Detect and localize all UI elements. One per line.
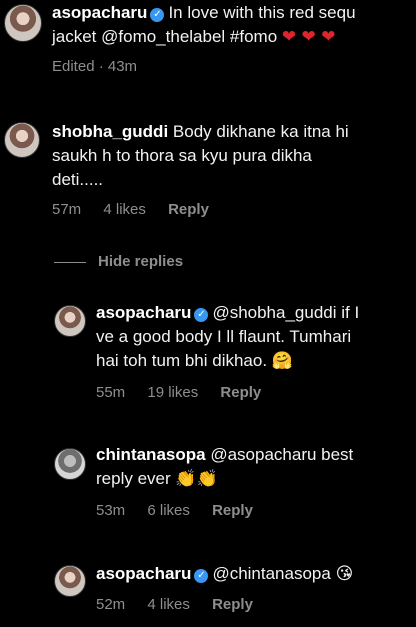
- caption-meta: Edited · 43m: [52, 58, 155, 75]
- avatar[interactable]: [4, 122, 40, 158]
- caption-line-1: asopacharu ✓ In love with this red sequ: [52, 2, 356, 24]
- verified-badge-icon: ✓: [150, 8, 165, 22]
- caption-text: In love with this red sequ: [168, 3, 356, 22]
- verified-badge-icon: ✓: [194, 308, 209, 322]
- username[interactable]: asopacharu: [96, 303, 191, 322]
- heart-emoji-icon: ❤ ❤ ❤: [281, 27, 336, 47]
- username[interactable]: chintanasopa: [96, 445, 206, 464]
- reply-meta: 52m 4 likes Reply: [96, 596, 271, 613]
- kissing-face-emoji-icon: 😘: [335, 564, 354, 584]
- comment-text: saukh h to thora sa kyu pura dikha: [52, 146, 312, 165]
- reply-line-2: reply ever 👏👏: [96, 468, 218, 490]
- reply-button[interactable]: Reply: [220, 384, 261, 401]
- reply-button[interactable]: Reply: [168, 201, 209, 218]
- clapping-hands-emoji-icon: 👏👏: [175, 469, 218, 489]
- reply-text: hai toh tum bhi dikhao.: [96, 351, 268, 370]
- reply-text: @shobha_guddi if I: [212, 303, 360, 322]
- avatar[interactable]: [54, 448, 86, 480]
- reply-text: reply ever: [96, 469, 171, 488]
- likes-count[interactable]: 19 likes: [147, 384, 198, 401]
- avatar[interactable]: [54, 565, 86, 597]
- comment-text: deti.....: [52, 170, 104, 189]
- hugging-face-emoji-icon: 🤗: [271, 351, 293, 371]
- hide-replies-divider: [54, 262, 86, 263]
- comment-line-2: saukh h to thora sa kyu pura dikha: [52, 145, 312, 167]
- reply-line-2: ve a good body I ll flaunt. Tumhari: [96, 326, 351, 348]
- comment-meta: 57m 4 likes Reply: [52, 201, 227, 218]
- likes-count[interactable]: 4 likes: [147, 596, 190, 613]
- reply-line-1: asopacharu ✓ @shobha_guddi if I: [96, 302, 359, 324]
- reply-time: 55m: [96, 384, 126, 401]
- verified-badge-icon: ✓: [194, 569, 209, 583]
- reply-line-3: hai toh tum bhi dikhao. 🤗: [96, 350, 293, 372]
- avatar[interactable]: [4, 4, 42, 42]
- avatar[interactable]: [54, 305, 86, 337]
- reply-text: @asopacharu best: [210, 445, 354, 464]
- reply-button[interactable]: Reply: [212, 502, 253, 519]
- reply-meta: 55m 19 likes Reply: [96, 384, 279, 401]
- likes-count[interactable]: 6 likes: [147, 502, 190, 519]
- reply-text: @chintanasopa: [212, 564, 331, 583]
- username[interactable]: asopacharu: [52, 3, 147, 22]
- reply-text: ve a good body I ll flaunt. Tumhari: [96, 327, 352, 346]
- comment-line-1: shobha_guddi Body dikhane ka itna hi: [52, 121, 349, 143]
- edited-time: Edited · 43m: [52, 58, 138, 75]
- comment-text: Body dikhane ka itna hi: [172, 122, 349, 141]
- hide-replies-button[interactable]: Hide replies: [98, 253, 201, 270]
- reply-time: 52m: [96, 596, 126, 613]
- likes-count[interactable]: 4 likes: [103, 201, 146, 218]
- comment-time: 57m: [52, 201, 82, 218]
- caption-line-2: jacket @fomo_thelabel #fomo ❤ ❤ ❤: [52, 26, 335, 48]
- reply-button[interactable]: Reply: [212, 596, 253, 613]
- caption-text: jacket @fomo_thelabel #fomo: [52, 27, 278, 46]
- reply-meta: 53m 6 likes Reply: [96, 502, 271, 519]
- username[interactable]: shobha_guddi: [52, 122, 168, 141]
- comment-line-3: deti.....: [52, 169, 103, 191]
- reply-line-1: chintanasopa @asopacharu best: [96, 444, 353, 466]
- reply-line-1: asopacharu ✓ @chintanasopa 😘: [96, 563, 353, 585]
- username[interactable]: asopacharu: [96, 564, 191, 583]
- reply-time: 53m: [96, 502, 126, 519]
